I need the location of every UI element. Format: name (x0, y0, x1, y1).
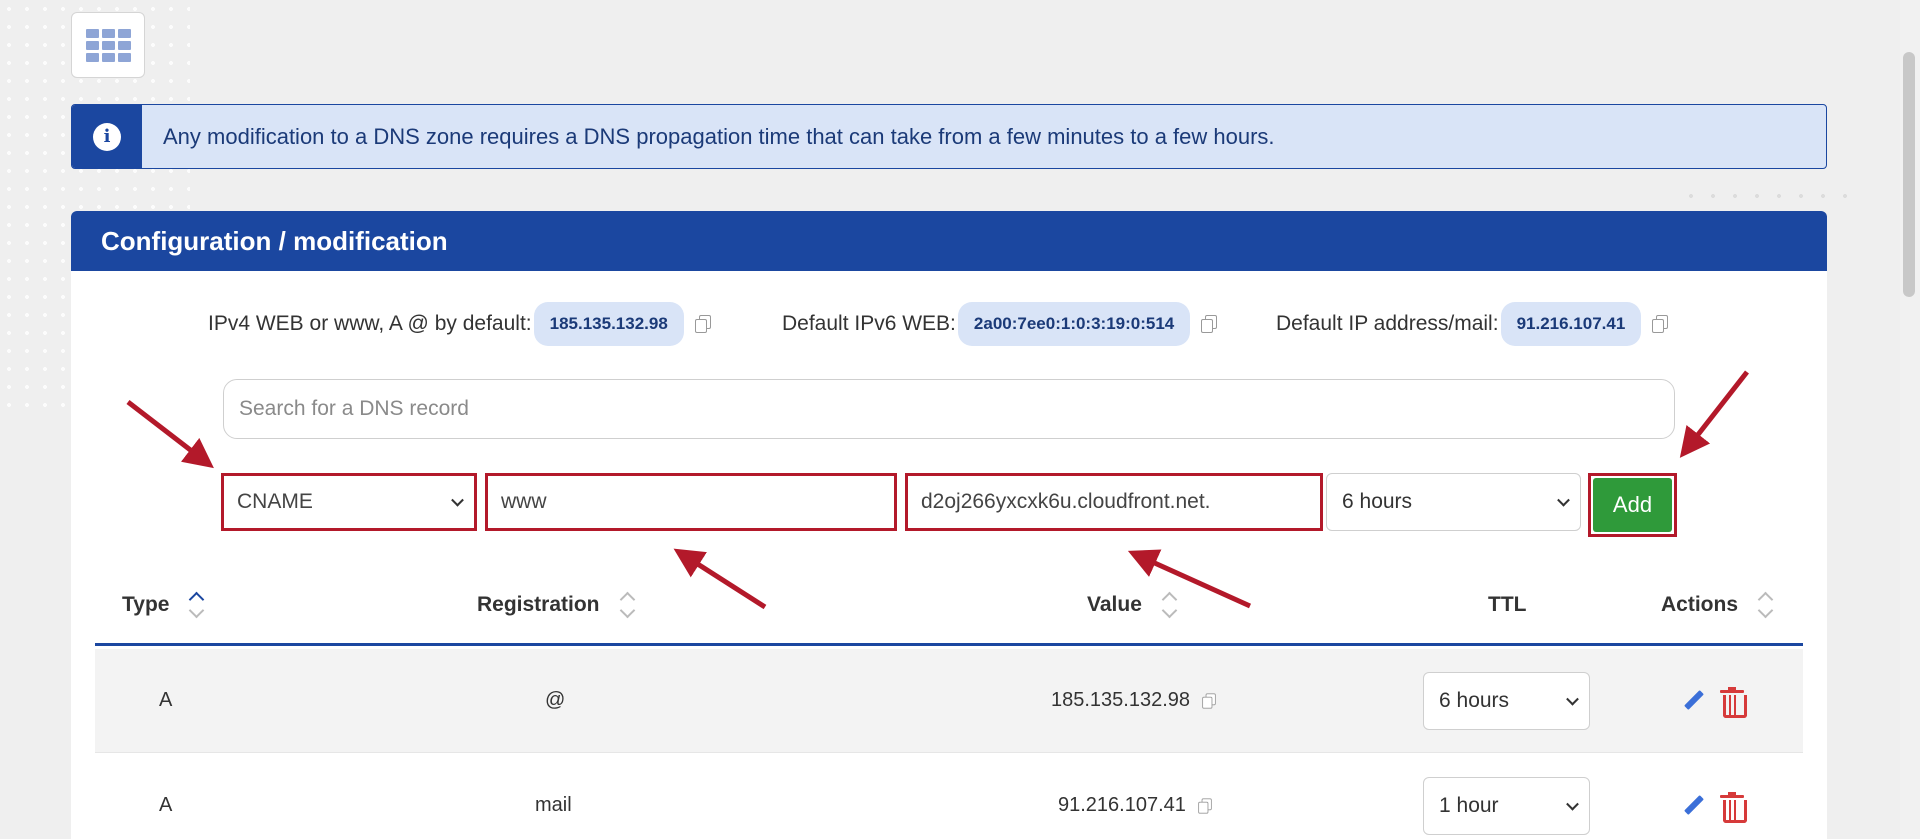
record-type-value: CNAME (237, 490, 313, 513)
column-ttl-label: TTL (1488, 592, 1527, 616)
record-name-input[interactable]: www (485, 473, 897, 531)
row-value: 185.135.132.98 (1051, 689, 1191, 711)
trash-icon[interactable] (1720, 686, 1747, 718)
copy-icon[interactable] (1200, 315, 1218, 333)
copy-icon[interactable] (1201, 692, 1216, 709)
add-button-highlight: Add (1588, 473, 1677, 537)
record-value-text: d2oj266yxcxk6u.cloudfront.net. (921, 490, 1211, 513)
default-ipv6-value: 2a00:7ee0:1:0:3:19:0:514 (957, 302, 1191, 346)
row-actions (1682, 754, 1747, 839)
dns-search-input[interactable] (223, 379, 1675, 439)
column-actions-label: Actions (1661, 592, 1739, 616)
row-type: A (159, 794, 173, 816)
default-ipv6: Default IPv6 WEB: 2a00:7ee0:1:0:3:19:0:5… (782, 301, 1218, 347)
sort-icon[interactable] (1162, 592, 1176, 618)
column-ttl: TTL (1488, 566, 1526, 643)
chevron-down-icon (1557, 493, 1570, 507)
info-icon: i (93, 122, 121, 151)
column-value-label: Value (1087, 592, 1142, 616)
default-ipv4-value: 185.135.132.98 (533, 302, 684, 346)
row-ttl-value: 6 hours (1439, 689, 1510, 712)
copy-icon[interactable] (1651, 315, 1669, 333)
record-type-select[interactable]: CNAME (221, 473, 477, 531)
edit-icon[interactable] (1682, 794, 1706, 818)
row-registration: @ (545, 689, 566, 711)
trash-icon[interactable] (1720, 791, 1747, 823)
background-dots-right (1680, 185, 1860, 205)
row-actions (1682, 649, 1747, 752)
default-ipv4: IPv4 WEB or www, A @ by default: 185.135… (208, 301, 712, 347)
alert-text: Any modification to a DNS zone requires … (163, 123, 1275, 149)
table-row: A @ 185.135.132.98 6 hours (95, 649, 1803, 753)
chevron-down-icon (1566, 692, 1579, 706)
add-record-button[interactable]: Add (1593, 478, 1672, 532)
record-ttl-value: 6 hours (1342, 490, 1413, 513)
column-registration[interactable]: Registration (477, 566, 634, 643)
default-addresses: IPv4 WEB or www, A @ by default: 185.135… (71, 301, 1827, 347)
alert-icon-box: i (72, 105, 142, 168)
record-ttl-select[interactable]: 6 hours (1326, 473, 1581, 531)
scrollbar-thumb[interactable] (1903, 52, 1915, 297)
default-ipv6-label: Default IPv6 WEB: (782, 312, 956, 335)
row-registration: mail (535, 794, 572, 816)
apps-menu-button[interactable] (71, 12, 145, 78)
row-type: A (159, 689, 173, 711)
dns-config-panel: Configuration / modification IPv4 WEB or… (71, 211, 1827, 839)
row-value: 91.216.107.41 (1058, 794, 1186, 816)
table-header: Type Registration Value TTL Actions (95, 566, 1803, 646)
default-mail-ip-label: Default IP address/mail: (1276, 312, 1499, 335)
copy-icon[interactable] (694, 315, 712, 333)
row-ttl-select[interactable]: 1 hour (1423, 777, 1590, 835)
page-scrollbar[interactable] (1900, 0, 1920, 839)
chevron-down-icon (451, 493, 464, 507)
row-ttl-value: 1 hour (1439, 794, 1499, 817)
table-row: A mail 91.216.107.41 1 hour (95, 754, 1803, 839)
sort-icon[interactable] (189, 592, 203, 618)
copy-icon[interactable] (1197, 797, 1212, 814)
column-registration-label: Registration (477, 592, 600, 616)
propagation-alert: i Any modification to a DNS zone require… (71, 104, 1827, 169)
row-value-cell: 91.216.107.41 (1058, 754, 1214, 839)
row-ttl-select[interactable]: 6 hours (1423, 672, 1590, 730)
sort-icon[interactable] (1758, 592, 1772, 618)
edit-icon[interactable] (1682, 689, 1706, 713)
column-value[interactable]: Value (1087, 566, 1176, 643)
column-type-label: Type (122, 592, 170, 616)
sort-icon[interactable] (620, 592, 634, 618)
default-ipv4-label: IPv4 WEB or www, A @ by default: (208, 312, 532, 335)
default-mail-ip: Default IP address/mail: 91.216.107.41 (1276, 301, 1669, 347)
record-value-input[interactable]: d2oj266yxcxk6u.cloudfront.net. (905, 473, 1323, 531)
record-name-value: www (501, 490, 547, 513)
chevron-down-icon (1566, 797, 1579, 811)
column-type[interactable]: Type (122, 566, 203, 643)
panel-title: Configuration / modification (71, 211, 1827, 271)
row-value-cell: 185.135.132.98 (1051, 649, 1218, 752)
apps-grid-icon (85, 28, 131, 62)
column-actions[interactable]: Actions (1661, 566, 1772, 643)
default-mail-ip-value: 91.216.107.41 (1500, 302, 1642, 346)
